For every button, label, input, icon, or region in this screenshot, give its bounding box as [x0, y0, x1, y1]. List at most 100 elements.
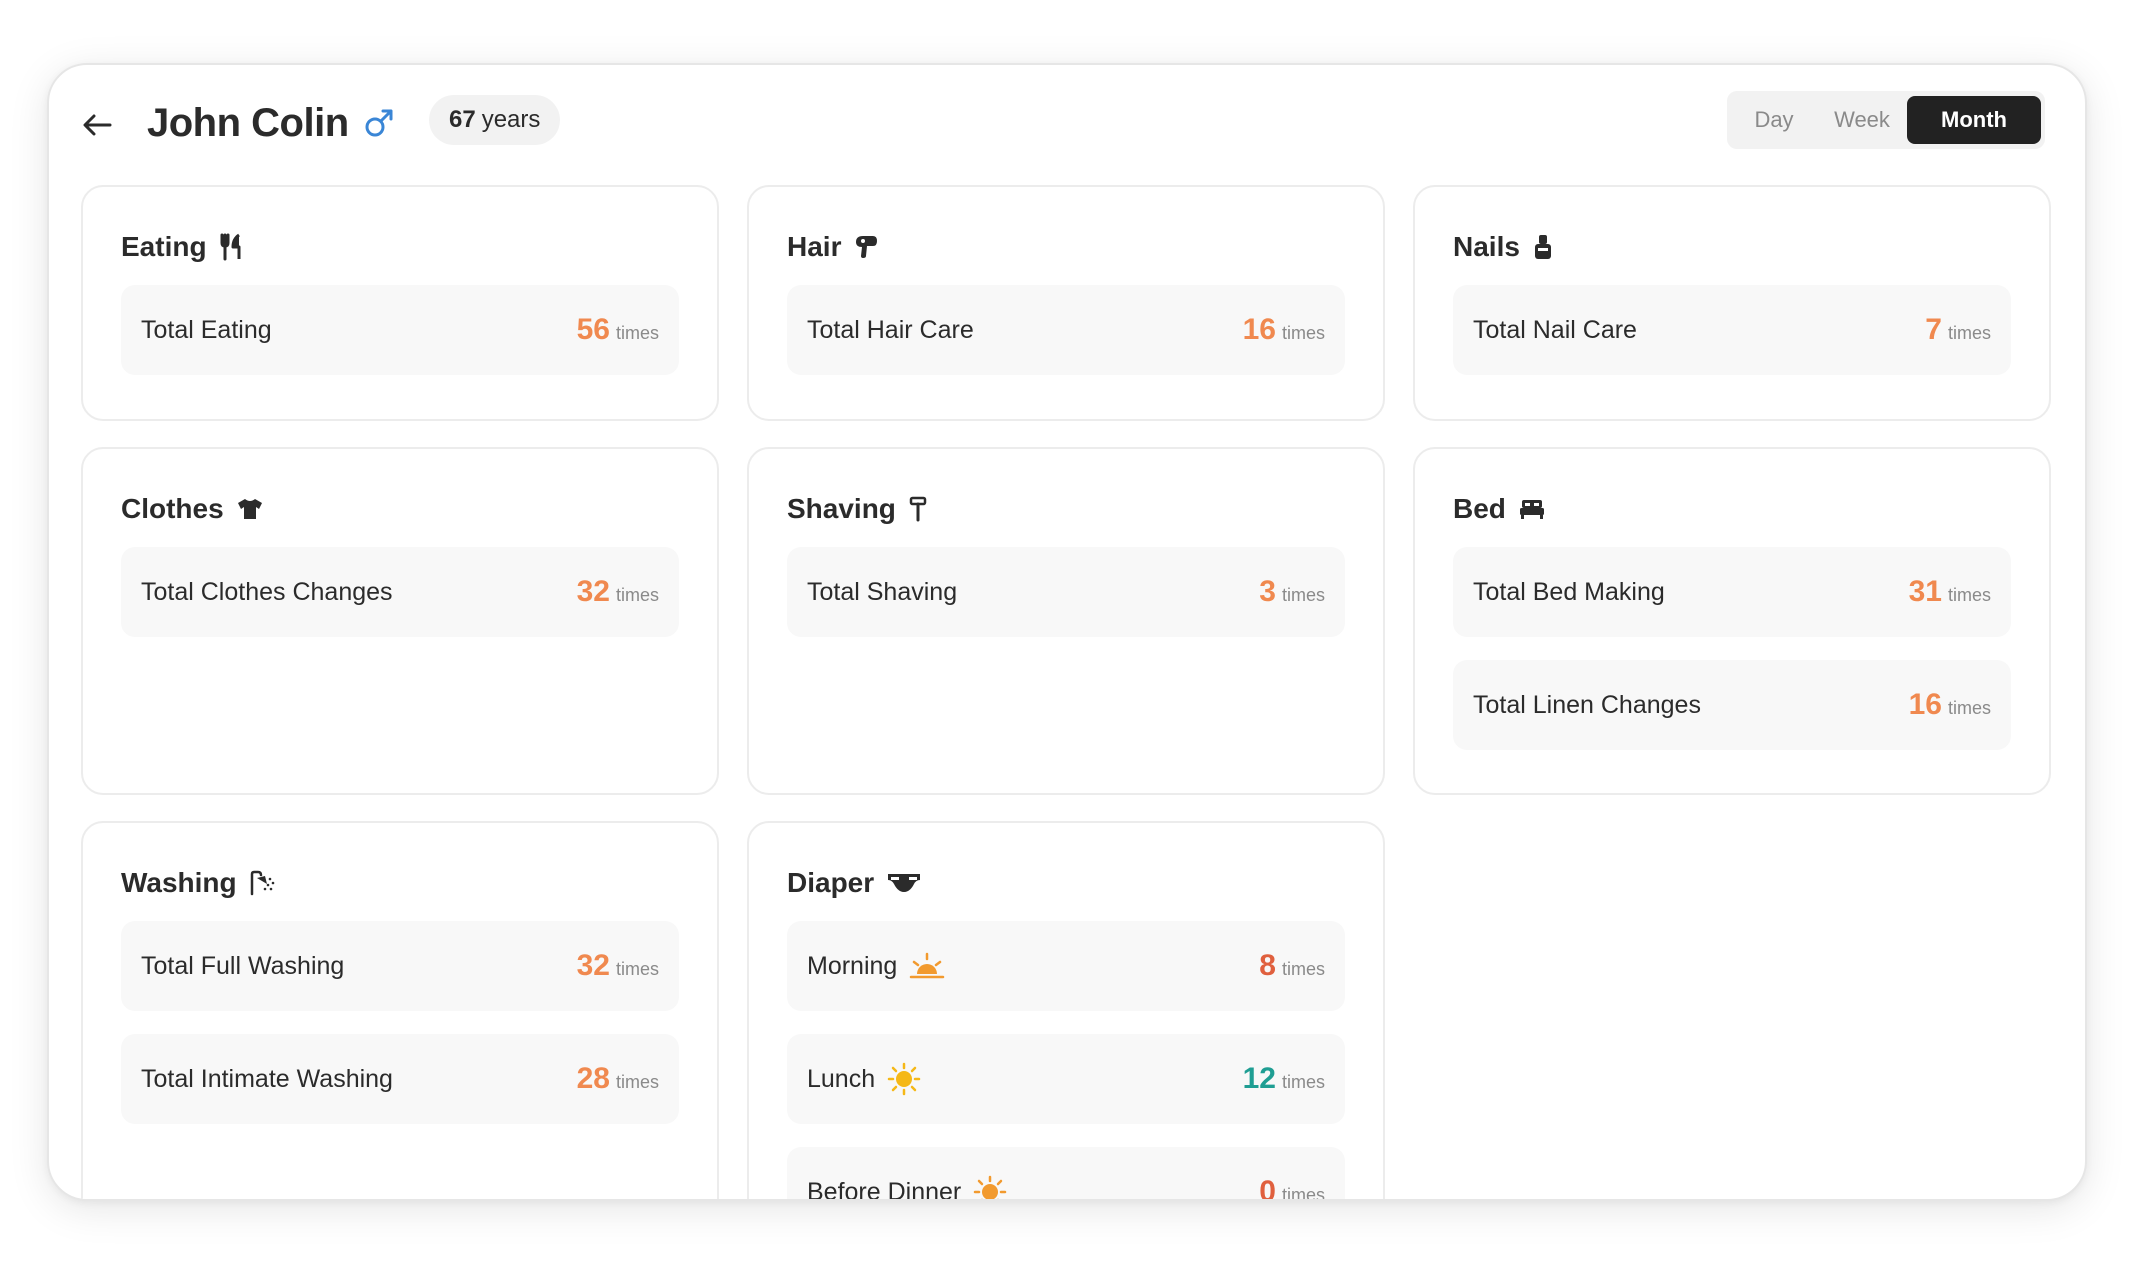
stat-count: 28	[576, 1062, 610, 1095]
arrow-left-icon	[83, 114, 112, 136]
stat-value: 32 times	[577, 575, 659, 609]
stat-unit: times	[1947, 698, 1991, 718]
period-month-button[interactable]: Month	[1907, 96, 2041, 144]
card-title: Nails	[1453, 227, 1554, 267]
age-badge: 67 years	[429, 95, 561, 145]
utensils-icon	[219, 233, 245, 261]
sun-icon	[973, 1175, 1007, 1199]
age-unit: years	[481, 106, 541, 133]
stat-value: 32 times	[577, 949, 659, 983]
card-title: Clothes	[121, 489, 264, 529]
nails-title: Nails	[1453, 231, 1520, 262]
stat-label-text: Lunch	[807, 1064, 876, 1093]
stat-row: Total Nail Care 7 times	[1453, 285, 2011, 375]
stat-row: Total Bed Making 31 times	[1453, 547, 2011, 637]
back-button[interactable]	[75, 103, 119, 147]
stat-label: Total Nail Care	[1473, 315, 1637, 344]
stat-row: Total Full Washing 32 times	[121, 921, 679, 1011]
tshirt-icon	[236, 497, 264, 521]
clothes-card: Clothes Total Clothes Changes 32 times	[81, 447, 719, 795]
stat-label: Total Shaving	[807, 577, 958, 606]
sunrise-icon	[909, 952, 945, 980]
stat-unit: times	[615, 323, 659, 343]
hair-card: Hair Total Hair Care 16 times	[747, 185, 1385, 421]
stat-value: 28 times	[577, 1062, 659, 1096]
stat-label-text: Morning	[807, 951, 898, 980]
app-window: John Colin 67 years Day Week Month Eatin…	[47, 63, 2087, 1201]
stat-row: Before Dinner 0 times	[787, 1147, 1345, 1201]
stat-label: Lunch	[807, 1062, 921, 1096]
stat-label: Total Eating	[141, 315, 272, 344]
washing-card: Washing Total Full Washing 32 times Tota…	[81, 821, 719, 1199]
stat-value: 31 times	[1909, 575, 1991, 609]
period-switch: Day Week Month	[1727, 91, 2045, 149]
hair-title: Hair	[787, 231, 842, 262]
stat-value: 3 times	[1259, 575, 1325, 609]
stat-count: 31	[1908, 575, 1942, 608]
stat-count: 56	[576, 313, 610, 346]
card-title: Diaper	[787, 863, 922, 903]
card-title: Washing	[121, 863, 277, 903]
card-title: Eating	[121, 227, 245, 267]
stat-label: Before Dinner	[807, 1175, 1007, 1201]
stat-row: Morning 8 times	[787, 921, 1345, 1011]
shower-icon	[249, 870, 277, 896]
bed-card: Bed Total Bed Making 31 times Total Line	[1413, 447, 2051, 795]
stat-unit: times	[1281, 959, 1325, 979]
stat-value: 12 times	[1243, 1062, 1325, 1096]
stat-count: 3	[1259, 575, 1276, 608]
card-title: Shaving	[787, 489, 928, 529]
stat-count: 32	[576, 949, 610, 982]
stat-row: Total Eating 56 times	[121, 285, 679, 375]
card-title: Bed	[1453, 489, 1546, 529]
stat-count: 16	[1908, 688, 1942, 721]
stat-unit: times	[615, 585, 659, 605]
stat-label: Total Clothes Changes	[141, 577, 393, 606]
stat-label: Morning	[807, 952, 945, 981]
stat-unit: times	[1281, 585, 1325, 605]
bed-title: Bed	[1453, 493, 1506, 524]
stat-row: Total Shaving 3 times	[787, 547, 1345, 637]
diaper-card: Diaper Morning 8 times Lunch 12 times Be…	[747, 821, 1385, 1201]
period-week-button[interactable]: Week	[1817, 96, 1907, 144]
sun-icon	[887, 1062, 921, 1096]
stat-label: Total Linen Changes	[1473, 690, 1701, 719]
diaper-icon	[886, 870, 922, 896]
period-day-button[interactable]: Day	[1731, 96, 1817, 144]
stat-value: 8 times	[1259, 949, 1325, 983]
shaving-card: Shaving Total Shaving 3 times	[747, 447, 1385, 795]
age-number: 67	[449, 106, 476, 133]
stat-unit: times	[1281, 323, 1325, 343]
patient-header: John Colin 67 years Day Week Month	[49, 65, 2085, 185]
nail-polish-icon	[1532, 233, 1554, 261]
stat-unit: times	[615, 1072, 659, 1092]
stat-row: Total Intimate Washing 28 times	[121, 1034, 679, 1124]
washing-title: Washing	[121, 867, 237, 898]
eating-card: Eating Total Eating 56 times	[81, 185, 719, 421]
stat-unit: times	[1281, 1185, 1325, 1201]
diaper-title: Diaper	[787, 867, 875, 898]
bed-icon	[1518, 498, 1546, 520]
card-title: Hair	[787, 227, 879, 267]
stat-value: 16 times	[1909, 688, 1991, 722]
eating-title: Eating	[121, 231, 207, 262]
stat-count: 32	[576, 575, 610, 608]
stat-label: Total Intimate Washing	[141, 1064, 393, 1093]
shaving-title: Shaving	[787, 493, 896, 524]
stat-label-text: Before Dinner	[807, 1177, 962, 1201]
stat-label: Total Full Washing	[141, 951, 345, 980]
stat-count: 16	[1242, 313, 1276, 346]
hair-dryer-icon	[853, 234, 879, 260]
stat-unit: times	[1947, 585, 1991, 605]
stat-value: 16 times	[1243, 313, 1325, 347]
nails-card: Nails Total Nail Care 7 times	[1413, 185, 2051, 421]
stat-unit: times	[615, 959, 659, 979]
patient-name: John Colin	[147, 101, 349, 145]
clothes-title: Clothes	[121, 493, 224, 524]
stat-count: 12	[1242, 1062, 1276, 1095]
stat-row: Total Clothes Changes 32 times	[121, 547, 679, 637]
stat-count: 7	[1925, 313, 1942, 346]
stat-value: 56 times	[577, 313, 659, 347]
stat-row: Lunch 12 times	[787, 1034, 1345, 1124]
stat-count: 8	[1259, 949, 1276, 982]
